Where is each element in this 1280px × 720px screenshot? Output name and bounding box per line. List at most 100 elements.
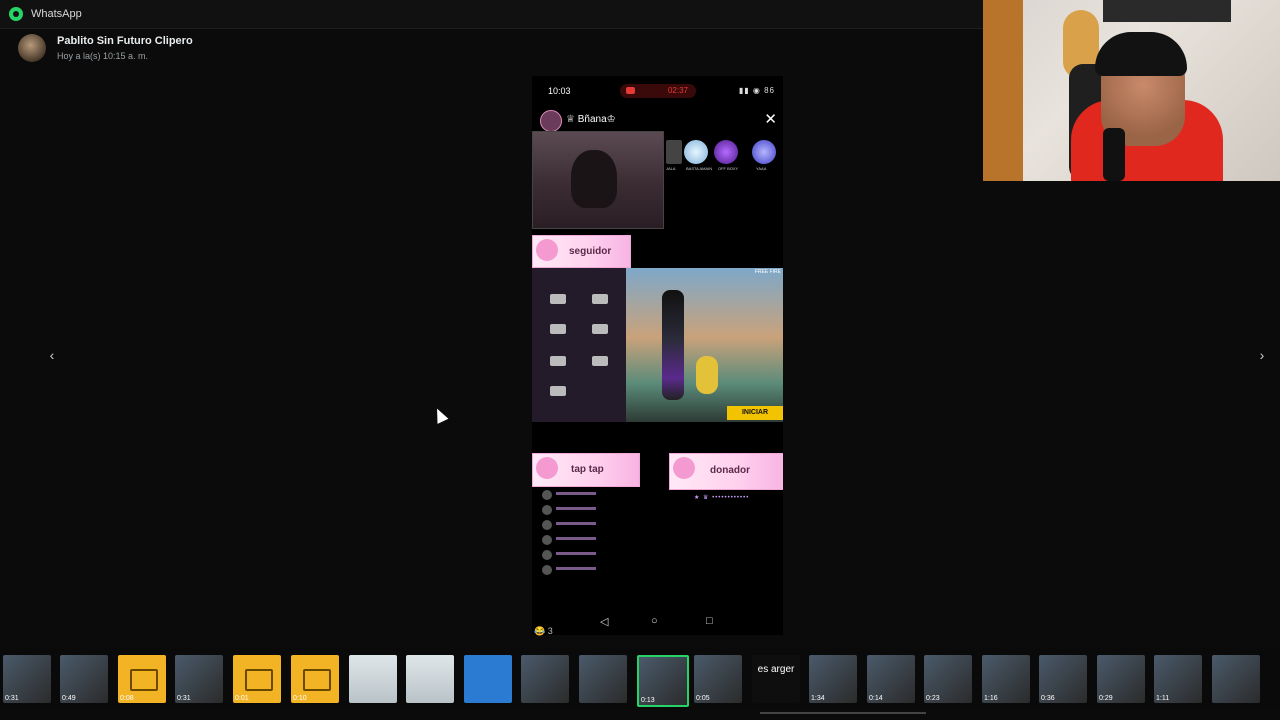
media-thumbnail[interactable]: 0:13	[637, 655, 689, 707]
media-thumbnail[interactable]: 0:08	[118, 655, 166, 703]
thumbnail-duration: 0:29	[1099, 695, 1113, 702]
media-thumbnail[interactable]	[464, 655, 512, 703]
list-item	[534, 489, 602, 501]
media-thumbnail[interactable]: 0:10	[291, 655, 339, 703]
live-host: ♕ Bñana♔	[540, 110, 630, 132]
next-media-button[interactable]: ›	[1252, 345, 1272, 365]
media-thumbnail[interactable]: 0:36	[1039, 655, 1087, 703]
list-item	[534, 564, 602, 576]
banner-label: tap tap	[571, 464, 604, 475]
status-time: 10:03	[548, 86, 571, 96]
tap-tap-banner: tap tap	[532, 453, 640, 487]
list-item	[534, 519, 602, 531]
thumbnail-duration: 1:34	[811, 695, 825, 702]
host-name: ♕ Bñana♔	[566, 114, 616, 125]
game-menu	[532, 268, 626, 422]
thumbnail-duration: 0:08	[120, 695, 134, 702]
thumbnail-duration: 0:14	[869, 695, 883, 702]
banner-deco-icon	[673, 457, 695, 479]
thumbnail-duration: 1:11	[1156, 695, 1170, 702]
banner-deco-icon	[536, 239, 558, 261]
seguidor-banner: seguidor	[532, 235, 631, 268]
game-menu-icon	[550, 386, 566, 396]
donator-line: ★ ♛ ••••••••••••	[694, 495, 750, 501]
media-thumbnail[interactable]: 0:23	[924, 655, 972, 703]
media-thumbnail[interactable]: 0:49	[60, 655, 108, 703]
gift-icon	[666, 140, 682, 164]
previous-media-button[interactable]: ‹	[42, 345, 62, 365]
mouse-cursor-icon	[431, 406, 449, 424]
media-thumbnail[interactable]: 0:29	[1097, 655, 1145, 703]
media-thumbnail[interactable]: 0:31	[3, 655, 51, 703]
banner-label: donador	[710, 465, 750, 476]
game-logo: FREE FIRE	[754, 269, 781, 275]
scroll-indicator[interactable]	[760, 712, 926, 714]
game-menu-icon	[592, 294, 608, 304]
media-thumbnail[interactable]	[579, 655, 627, 703]
gift-icon	[714, 140, 738, 164]
media-thumbnail[interactable]	[521, 655, 569, 703]
reaction-emoji: 😂	[534, 626, 546, 636]
phone-status-bar: 10:03 02:37 ▮▮ ◉ 86	[532, 76, 783, 106]
media-thumbnail[interactable]	[1212, 655, 1260, 703]
signal-battery-icons: ▮▮ ◉ 86	[738, 86, 775, 95]
thumbnail-duration: 0:23	[926, 695, 940, 702]
thumbnail-duration: 0:36	[1041, 695, 1055, 702]
gift-caption: OFF BOXY	[718, 166, 739, 171]
game-character	[662, 290, 684, 400]
game-scene: FREE FIRE INICIAR	[626, 268, 783, 422]
close-icon: ✕	[764, 111, 777, 128]
thumbnail-duration: 0:05	[696, 695, 710, 702]
media-thumbnail[interactable]	[406, 655, 454, 703]
thumbnail-duration: 0:10	[293, 695, 307, 702]
thumbnail-duration: 0:13	[641, 697, 655, 704]
media-video-player[interactable]: 10:03 02:37 ▮▮ ◉ 86 ♕ Bñana♔ ✕ JALA BAST…	[532, 76, 783, 635]
gift-strip: JALA BASTA AMAIN OFF BOXY YAAA	[666, 136, 783, 172]
banner-label: seguidor	[569, 246, 612, 257]
back-icon: ◁	[600, 616, 609, 628]
game-menu-icon	[550, 356, 566, 366]
media-thumbnail[interactable]: 1:16	[982, 655, 1030, 703]
webcam-door	[983, 0, 1023, 181]
thumbnail-duration: 0:49	[62, 695, 76, 702]
phone-nav-bar: ◁ ○ □	[532, 611, 783, 635]
media-thumbnail[interactable]	[349, 655, 397, 703]
record-timer: 02:37	[667, 86, 688, 95]
list-item	[534, 504, 602, 516]
contact-name: Pablito Sin Futuro Clipero	[57, 35, 193, 47]
reaction-count: 3	[547, 626, 553, 636]
media-thumbnail[interactable]: es arger	[752, 655, 800, 703]
list-item	[534, 534, 602, 546]
ranking-list	[534, 489, 602, 579]
webcam-frame	[1103, 0, 1231, 22]
donador-banner: donador	[669, 453, 783, 490]
game-menu-icon	[550, 294, 566, 304]
recent-apps-icon: □	[706, 615, 713, 627]
gift-caption: BASTA AMAIN	[686, 166, 713, 171]
screen-record-pill: 02:37	[620, 84, 696, 98]
media-thumbnail[interactable]: 1:11	[1154, 655, 1202, 703]
game-menu-icon	[592, 324, 608, 334]
media-thumbnail[interactable]: 1:34	[809, 655, 857, 703]
gift-icon	[752, 140, 776, 164]
game-menu-icon	[550, 324, 566, 334]
webcam-headphones	[1095, 32, 1187, 76]
media-thumbnail[interactable]: 0:31	[175, 655, 223, 703]
gift-caption: YAAA	[756, 166, 767, 171]
thumbnail-duration: 0:31	[5, 695, 19, 702]
last-seen: Hoy a la(s) 10:15 a. m.	[57, 51, 149, 61]
thumbnail-text: es arger	[757, 664, 795, 675]
media-thumbnail[interactable]: 0:05	[694, 655, 742, 703]
media-thumbnail[interactable]: 0:14	[867, 655, 915, 703]
media-thumbnail-strip: 0:31 0:49 0:08 0:31 0:01 0:10 0:13 0:05 es arger…	[0, 648, 1280, 708]
game-menu-icon	[592, 356, 608, 366]
avatar[interactable]	[18, 34, 46, 62]
gift-icon	[684, 140, 708, 164]
media-thumbnail[interactable]: 0:01	[233, 655, 281, 703]
microphone-icon	[1103, 128, 1125, 181]
host-avatar	[540, 110, 562, 132]
thumbnail-duration: 0:01	[235, 695, 249, 702]
streamer-camera-feed	[532, 131, 664, 229]
home-icon: ○	[651, 615, 658, 627]
reaction-badge[interactable]: 😂 3	[534, 626, 553, 637]
